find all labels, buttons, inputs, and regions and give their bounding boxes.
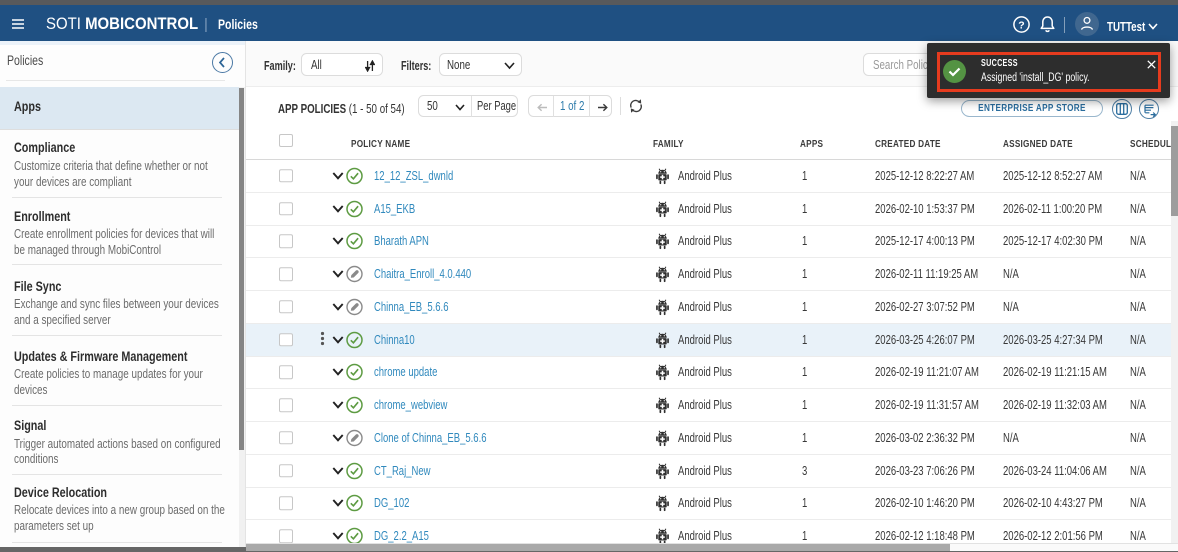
- svg-text:?: ?: [1018, 19, 1024, 31]
